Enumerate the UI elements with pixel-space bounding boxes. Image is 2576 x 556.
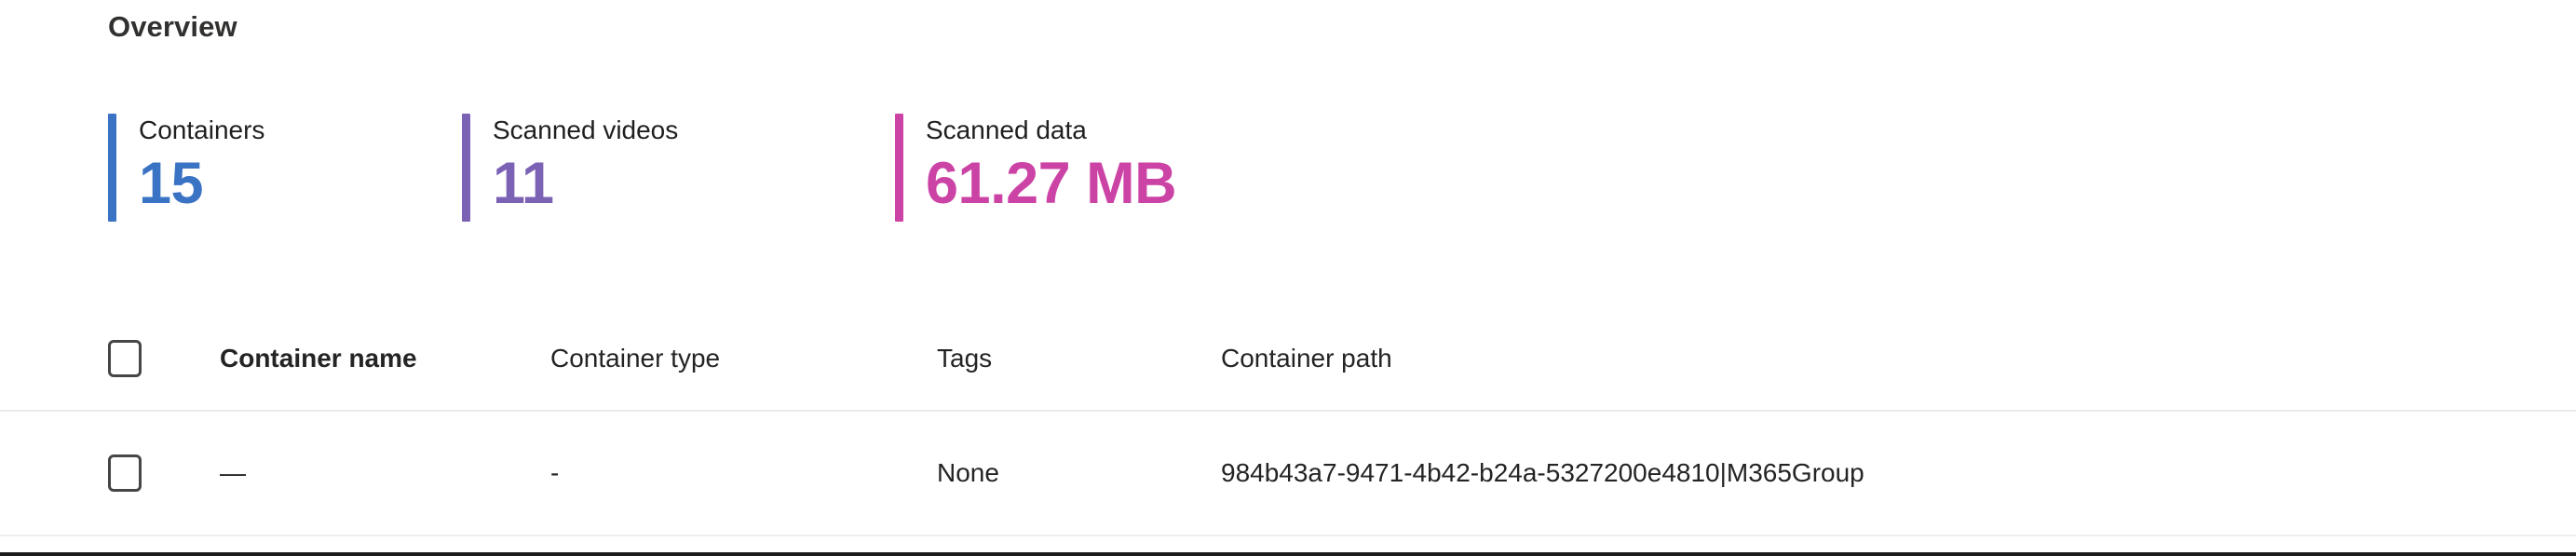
row-select-checkbox[interactable] bbox=[108, 454, 142, 492]
metric-value-containers: 15 bbox=[139, 151, 204, 216]
metric-accent-bar bbox=[895, 114, 903, 222]
column-header-tags[interactable]: Tags bbox=[937, 342, 1221, 375]
column-header-container-path[interactable]: Container path bbox=[1221, 342, 2576, 375]
cell-container-type: - bbox=[550, 458, 560, 487]
cell-tags: None bbox=[937, 458, 999, 487]
row-select-cell[interactable] bbox=[108, 454, 220, 492]
column-header-container-name[interactable]: Container name bbox=[220, 342, 550, 375]
metric-body: Scanned data 61.27 MB bbox=[903, 114, 1177, 222]
metric-label-containers: Containers bbox=[139, 115, 265, 144]
select-all-checkbox[interactable] bbox=[108, 340, 142, 377]
metric-accent-bar bbox=[108, 114, 116, 222]
metric-scanned-data: Scanned data 61.27 MB bbox=[895, 114, 1547, 222]
table-header-row: Container name Container type Tags Conta… bbox=[0, 307, 2576, 412]
metric-label-scanned-videos: Scanned videos bbox=[493, 115, 679, 144]
metric-label-scanned-data: Scanned data bbox=[926, 115, 1087, 144]
metric-accent-bar bbox=[462, 114, 470, 222]
containers-table: Container name Container type Tags Conta… bbox=[0, 307, 2576, 536]
cell-container-path: 984b43a7-9471-4b42-b24a-5327200e4810|M36… bbox=[1221, 458, 1864, 487]
select-all-cell[interactable] bbox=[108, 340, 220, 377]
overview-page: Overview Containers 15 Scanned videos 11… bbox=[0, 0, 2576, 556]
column-header-container-type[interactable]: Container type bbox=[550, 342, 937, 375]
metric-containers: Containers 15 bbox=[108, 114, 462, 222]
metrics-row: Containers 15 Scanned videos 11 Scanned … bbox=[108, 114, 1547, 222]
table-row[interactable]: — - None 984b43a7-9471-4b42-b24a-5327200… bbox=[0, 412, 2576, 536]
metric-body: Scanned videos 11 bbox=[470, 114, 678, 222]
cell-container-name: — bbox=[220, 458, 246, 487]
metric-body: Containers 15 bbox=[116, 114, 264, 222]
page-title: Overview bbox=[108, 10, 237, 43]
bottom-divider bbox=[0, 552, 2576, 556]
metric-value-scanned-videos: 11 bbox=[493, 151, 554, 216]
metric-value-scanned-data: 61.27 MB bbox=[926, 151, 1177, 216]
metric-scanned-videos: Scanned videos 11 bbox=[462, 114, 895, 222]
